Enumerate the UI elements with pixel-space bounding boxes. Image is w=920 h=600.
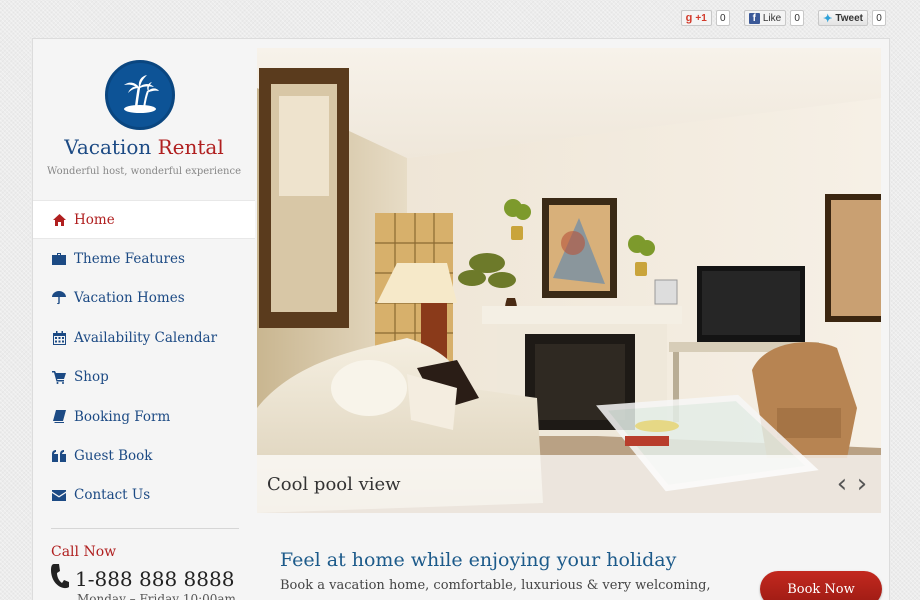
slider-nav: ‹ › xyxy=(833,469,871,499)
phone-row: 1-888 888 8888 xyxy=(51,564,234,594)
calendar-icon xyxy=(52,330,66,345)
prev-arrow-icon[interactable]: ‹ xyxy=(833,469,851,499)
phone-number[interactable]: 1-888 888 8888 xyxy=(75,567,234,591)
gplus-button[interactable]: g +1 xyxy=(680,10,712,26)
tweet-label: Tweet xyxy=(835,12,863,24)
tagline: Wonderful host, wonderful experience xyxy=(46,166,242,177)
facebook-count: 0 xyxy=(790,10,805,26)
brand-name[interactable]: Vacation Rental xyxy=(33,135,255,159)
slide-caption: Cool pool view xyxy=(267,473,401,495)
nav-label: Shop xyxy=(74,369,109,386)
nav-label: Theme Features xyxy=(74,251,185,268)
sidebar: Vacation Rental Wonderful host, wonderfu… xyxy=(33,39,255,600)
sidebar-divider xyxy=(51,528,239,529)
envelope-icon xyxy=(52,488,66,502)
brand-name-part1: Vacation xyxy=(64,135,152,159)
nav-label: Guest Book xyxy=(74,448,153,465)
briefcase-icon xyxy=(52,252,66,266)
facebook-like[interactable]: f Like 0 xyxy=(743,10,805,26)
gplus-share[interactable]: g +1 0 xyxy=(680,10,730,26)
opening-hours: Monday – Friday 10:00am xyxy=(77,592,236,600)
page-frame: Vacation Rental Wonderful host, wonderfu… xyxy=(32,38,890,600)
call-now-heading: Call Now xyxy=(51,544,117,560)
facebook-icon: f xyxy=(748,12,760,24)
nav-label: Booking Form xyxy=(74,408,171,425)
tweet-button[interactable]: ✦ Tweet xyxy=(818,10,868,26)
gplus-icon: g xyxy=(685,12,693,24)
nav-item-booking-form[interactable]: Booking Form xyxy=(33,397,255,436)
hero-slider[interactable]: Cool pool view ‹ › xyxy=(257,48,881,513)
twitter-tweet[interactable]: ✦ Tweet 0 xyxy=(818,10,886,26)
tweet-count: 0 xyxy=(872,10,886,26)
slide-caption-bar: Cool pool view ‹ › xyxy=(257,455,881,513)
nav-label: Home xyxy=(74,211,115,228)
nav-item-contact-us[interactable]: Contact Us xyxy=(33,476,255,515)
twitter-bird-icon: ✦ xyxy=(823,12,833,25)
next-arrow-icon[interactable]: › xyxy=(853,469,871,499)
nav-item-shop[interactable]: Shop xyxy=(33,358,255,397)
social-share-bar: g +1 0 f Like 0 ✦ Tweet 0 xyxy=(680,10,886,26)
facebook-like-button[interactable]: f Like xyxy=(743,10,787,26)
intro-text: Book a vacation home, comfortable, luxur… xyxy=(280,578,711,593)
nav-label: Contact Us xyxy=(74,487,151,504)
nav-label: Vacation Homes xyxy=(74,290,185,307)
book-icon xyxy=(52,410,66,424)
nav-item-home[interactable]: Home xyxy=(33,200,255,240)
home-icon xyxy=(52,213,66,227)
nav-label: Availability Calendar xyxy=(74,329,218,346)
cart-icon xyxy=(52,370,66,384)
nav-item-theme-features[interactable]: Theme Features xyxy=(33,239,255,278)
nav-item-vacation-homes[interactable]: Vacation Homes xyxy=(33,279,255,318)
phone-icon xyxy=(51,564,69,594)
quote-icon xyxy=(52,449,66,463)
nav-item-availability-calendar[interactable]: Availability Calendar xyxy=(33,318,255,357)
palm-island-logo-icon[interactable] xyxy=(105,60,175,130)
facebook-like-label: Like xyxy=(762,12,782,24)
umbrella-icon xyxy=(52,291,66,305)
book-now-button[interactable]: Book Now xyxy=(760,571,882,600)
gplus-count: 0 xyxy=(715,10,730,26)
living-room-photo xyxy=(257,48,881,513)
intro-heading: Feel at home while enjoying your holiday xyxy=(280,549,677,571)
nav-item-guest-book[interactable]: Guest Book xyxy=(33,436,255,475)
gplus-label: +1 xyxy=(695,12,707,24)
brand-name-part2: Rental xyxy=(157,135,224,159)
main-nav: Home Theme Features Vacation Homes Avail… xyxy=(33,200,255,515)
